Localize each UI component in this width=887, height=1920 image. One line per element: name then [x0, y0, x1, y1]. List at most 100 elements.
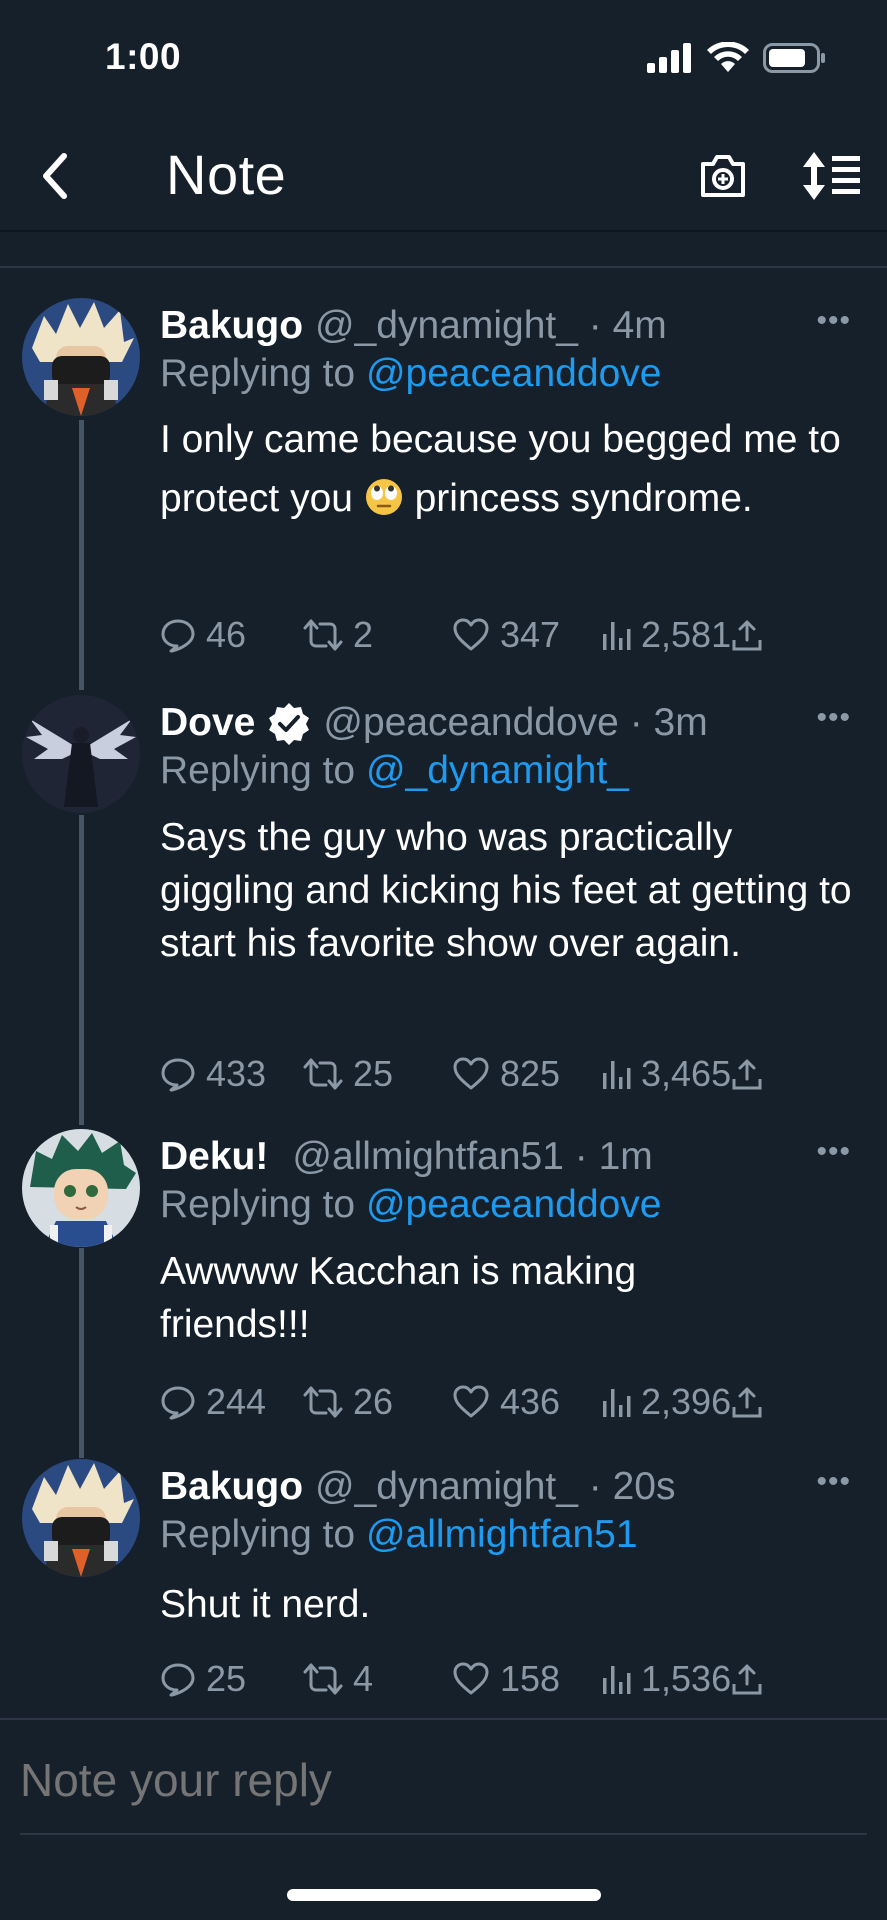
tweet[interactable]: Deku! @allmightfan51 · 1m ••• Replying t… [0, 1129, 887, 1439]
heart-icon [453, 1385, 489, 1418]
reply-action[interactable]: 433 [160, 1049, 266, 1099]
retweet-count: 26 [353, 1381, 394, 1422]
reply-action[interactable]: 244 [160, 1377, 266, 1427]
author-name[interactable]: Bakugo [160, 304, 303, 348]
tweet-text: I only came because you begged me to pro… [160, 410, 860, 528]
like-action[interactable]: 347 [452, 610, 560, 660]
tweet-header: Dove @peaceanddove · 3m [160, 695, 708, 751]
replying-to: Replying to @peaceanddove [160, 1183, 661, 1227]
tweet-actions: 46 2 347 2,581 [160, 610, 860, 660]
share-icon[interactable] [731, 618, 763, 652]
camera-icon[interactable] [697, 150, 749, 202]
views-action[interactable]: 3,465 [601, 1049, 763, 1099]
share-icon[interactable] [731, 1385, 763, 1419]
retweet-action[interactable]: 4 [303, 1654, 373, 1704]
composer-divider [0, 1718, 887, 1720]
author-name[interactable]: Deku! [160, 1135, 268, 1179]
tweet-text: Shut it nerd. [160, 1583, 371, 1626]
share-icon[interactable] [731, 1662, 763, 1696]
dove-avatar-image [22, 695, 140, 813]
nav-header: Note [0, 120, 887, 232]
reply-count: 244 [206, 1381, 267, 1422]
replying-to-label: Replying to [160, 1183, 366, 1226]
more-options-icon[interactable]: ••• [816, 701, 851, 735]
tweet-text: Awwww Kacchan is making friends!!! [160, 1250, 637, 1346]
status-time: 1:00 [105, 36, 182, 77]
author-handle: @allmightfan51 · 1m [292, 1135, 653, 1178]
replying-to: Replying to @_dynamight_ [160, 749, 629, 793]
avatar[interactable] [22, 1129, 140, 1247]
signal-icon [647, 43, 691, 73]
mention-link[interactable]: @peaceanddove [366, 352, 662, 395]
mention-link[interactable]: @peaceanddove [366, 1183, 662, 1226]
divider [0, 266, 887, 268]
views-action[interactable]: 1,536 [601, 1654, 763, 1704]
retweet-icon [303, 619, 343, 651]
reply-count: 25 [206, 1658, 247, 1699]
reply-action[interactable]: 46 [160, 610, 246, 660]
avatar[interactable] [22, 1459, 140, 1577]
replying-to-label: Replying to [160, 352, 366, 395]
comment-icon [161, 1663, 195, 1697]
mention-link[interactable]: @allmightfan51 [366, 1513, 638, 1556]
avatar[interactable] [22, 695, 140, 813]
sort-icon[interactable] [800, 150, 862, 202]
composer-divider [20, 1833, 867, 1835]
views-icon [603, 622, 631, 650]
avatar[interactable] [22, 298, 140, 416]
retweet-count: 2 [353, 614, 374, 655]
replying-to-label: Replying to [160, 749, 366, 792]
retweet-count: 4 [353, 1658, 374, 1699]
more-options-icon[interactable]: ••• [816, 1135, 851, 1169]
heart-icon [453, 1662, 489, 1695]
more-options-icon[interactable]: ••• [816, 1465, 851, 1499]
retweet-icon [303, 1058, 343, 1090]
like-action[interactable]: 825 [452, 1049, 560, 1099]
page-title: Note [166, 143, 287, 206]
home-indicator[interactable] [287, 1889, 601, 1901]
more-options-icon[interactable]: ••• [816, 304, 851, 338]
tweet-text-part: princess syndrome. [403, 477, 753, 520]
replying-to: Replying to @peaceanddove [160, 352, 661, 396]
views-action[interactable]: 2,396 [601, 1377, 763, 1427]
reply-action[interactable]: 25 [160, 1654, 246, 1704]
status-icons [647, 42, 827, 74]
comment-icon [161, 1058, 195, 1092]
views-icon [603, 1389, 631, 1417]
heart-icon [453, 618, 489, 651]
eye-roll-emoji-icon [365, 479, 402, 515]
views-action[interactable]: 2,581 [601, 610, 763, 660]
battery-icon [763, 43, 825, 73]
like-count: 347 [500, 614, 561, 655]
like-action[interactable]: 158 [452, 1654, 560, 1704]
back-arrow-icon[interactable] [30, 146, 80, 206]
retweet-action[interactable]: 25 [303, 1049, 393, 1099]
retweet-action[interactable]: 2 [303, 610, 373, 660]
reply-count: 46 [206, 614, 247, 655]
mention-link[interactable]: @_dynamight_ [366, 749, 629, 792]
author-name[interactable]: Bakugo [160, 1465, 303, 1509]
tweet[interactable]: Dove @peaceanddove · 3m ••• Replying to … [0, 695, 887, 1095]
tweet[interactable]: Bakugo @_dynamight_ · 20s ••• Replying t… [0, 1459, 887, 1709]
reply-input[interactable] [20, 1745, 860, 1815]
like-count: 436 [500, 1381, 561, 1422]
comment-icon [161, 1386, 195, 1420]
like-count: 158 [500, 1658, 561, 1699]
author-handle: @peaceanddove · 3m [323, 701, 708, 744]
retweet-action[interactable]: 26 [303, 1377, 393, 1427]
retweet-icon [303, 1663, 343, 1695]
tweet[interactable]: Bakugo @_dynamight_ · 4m ••• Replying to… [0, 298, 887, 668]
view-count: 2,396 [641, 1381, 732, 1422]
tweet-actions: 244 26 436 2,396 [160, 1377, 860, 1427]
replying-to-label: Replying to [160, 1513, 366, 1556]
author-name[interactable]: Dove [160, 701, 255, 745]
verified-badge-icon [267, 701, 311, 745]
tweet-header: Bakugo @_dynamight_ · 20s [160, 1459, 675, 1515]
bakugo-avatar-image [22, 1459, 140, 1577]
bakugo-avatar-image [22, 298, 140, 416]
share-icon[interactable] [731, 1057, 763, 1091]
tweet-header: Deku! @allmightfan51 · 1m [160, 1129, 653, 1185]
author-handle: @_dynamight_ · 20s [315, 1465, 676, 1508]
like-action[interactable]: 436 [452, 1377, 560, 1427]
retweet-icon [303, 1386, 343, 1418]
